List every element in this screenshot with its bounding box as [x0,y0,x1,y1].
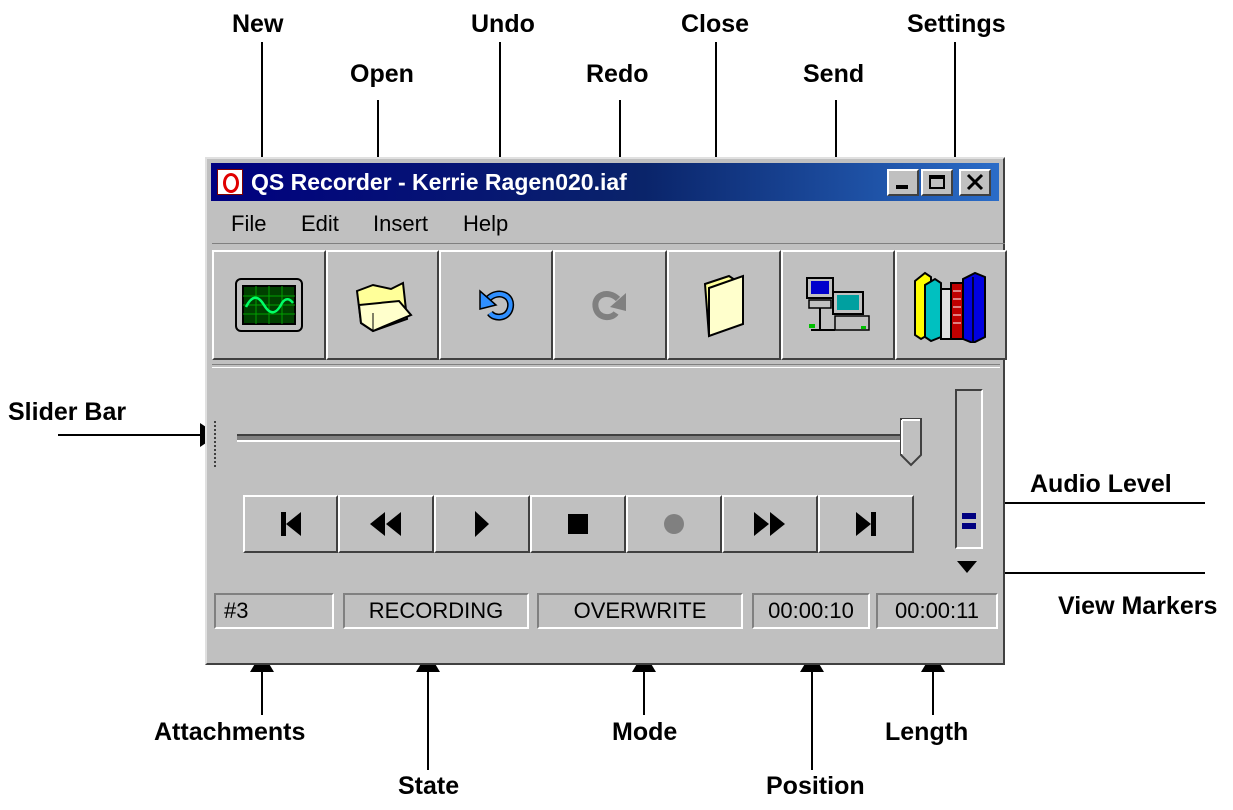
status-mode: OVERWRITE [537,593,743,629]
rewind-icon [370,512,401,536]
slider-track[interactable] [237,434,922,442]
slider-thumb[interactable] [899,417,923,467]
callout-close: Close [681,10,750,38]
play-icon [475,511,489,537]
close-folder-icon [703,274,744,338]
callout-mode: Mode [612,718,678,746]
slider-start-marker [214,421,219,467]
close-window-button[interactable] [959,169,991,196]
undo-arrow-icon [479,289,515,321]
skip-to-end-icon [856,512,876,536]
callout-slider-bar: Slider Bar [8,398,127,426]
status-attachments: #3 [214,593,334,629]
callout-redo: Redo [586,60,649,88]
skip-to-start-button[interactable] [243,495,338,553]
status-length: 00:00:11 [876,593,998,629]
callout-send: Send [803,60,865,88]
open-folder-icon [355,281,413,333]
fast-forward-icon [754,512,785,536]
callout-length: Length [885,718,969,746]
menu-file[interactable]: File [231,211,266,237]
send-computers-icon [806,277,870,331]
maximize-icon [929,175,945,189]
callout-settings: Settings [907,10,1006,38]
rewind-button[interactable] [338,495,434,553]
app-icon[interactable] [217,169,243,195]
callout-attachments: Attachments [154,718,306,746]
callout-new: New [232,10,284,38]
callout-state: State [398,772,460,800]
new-button[interactable] [212,250,326,360]
status-state: RECORDING [343,593,529,629]
record-button[interactable] [626,495,722,553]
callout-audio-level: Audio Level [1030,470,1172,498]
settings-books-icon [914,271,986,343]
stop-icon [568,514,588,534]
stop-button[interactable] [530,495,626,553]
title-bar[interactable]: QS Recorder - Kerrie Ragen020.iaf [211,163,999,201]
skip-to-start-icon [280,512,301,536]
level-bar [962,513,976,519]
menu-help[interactable]: Help [463,211,508,237]
minimize-icon [896,185,908,189]
qs-recorder-window: QS Recorder - Kerrie Ragen020.iaf File E… [205,157,1007,665]
toolbar-separator [212,364,1000,368]
callout-undo: Undo [471,10,535,38]
record-icon [664,514,684,534]
skip-to-end-button[interactable] [818,495,914,553]
level-bar [962,523,976,529]
audio-level-meter [955,389,983,549]
menu-edit[interactable]: Edit [301,211,339,237]
fast-forward-button[interactable] [722,495,818,553]
toolbar [212,243,1007,362]
menu-insert[interactable]: Insert [373,211,428,237]
callout-open: Open [350,60,414,88]
new-waveform-icon [235,278,303,332]
play-button[interactable] [434,495,530,553]
close-x-icon [966,173,984,191]
close-button[interactable] [667,250,781,360]
redo-arrow-icon [592,291,626,321]
redo-button[interactable] [553,250,667,360]
send-button[interactable] [781,250,895,360]
window-title: QS Recorder - Kerrie Ragen020.iaf [251,169,627,195]
settings-button[interactable] [895,250,1007,360]
open-button[interactable] [326,250,439,360]
undo-button[interactable] [439,250,553,360]
callout-view-markers: View Markers [1058,592,1218,620]
view-markers-button[interactable] [957,561,977,573]
status-position: 00:00:10 [752,593,870,629]
minimize-button[interactable] [887,169,919,196]
maximize-button[interactable] [921,169,953,196]
callout-position: Position [766,772,865,800]
